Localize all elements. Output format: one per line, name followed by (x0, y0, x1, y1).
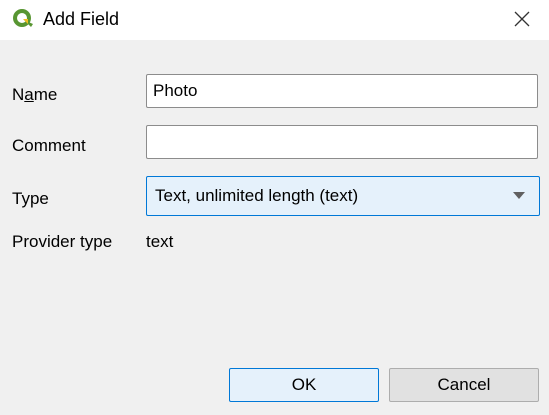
chevron-down-icon (513, 192, 525, 199)
type-label: Type (12, 189, 49, 208)
comment-label: Comment (12, 136, 86, 155)
ok-button[interactable]: OK (229, 368, 379, 402)
close-icon[interactable] (507, 4, 537, 34)
comment-input[interactable] (146, 125, 538, 159)
cancel-button[interactable]: Cancel (389, 368, 539, 402)
name-label: Name (12, 85, 58, 104)
type-select-value: Text, unlimited length (text) (155, 186, 359, 205)
type-select[interactable]: Text, unlimited length (text) (146, 176, 540, 216)
qgis-logo-icon (12, 8, 34, 30)
name-input[interactable] (146, 74, 538, 108)
window-title: Add Field (43, 9, 120, 29)
provider-type-value: text (146, 232, 174, 251)
provider-type-label: Provider type (12, 232, 113, 251)
title-bar: Add Field (0, 0, 549, 40)
